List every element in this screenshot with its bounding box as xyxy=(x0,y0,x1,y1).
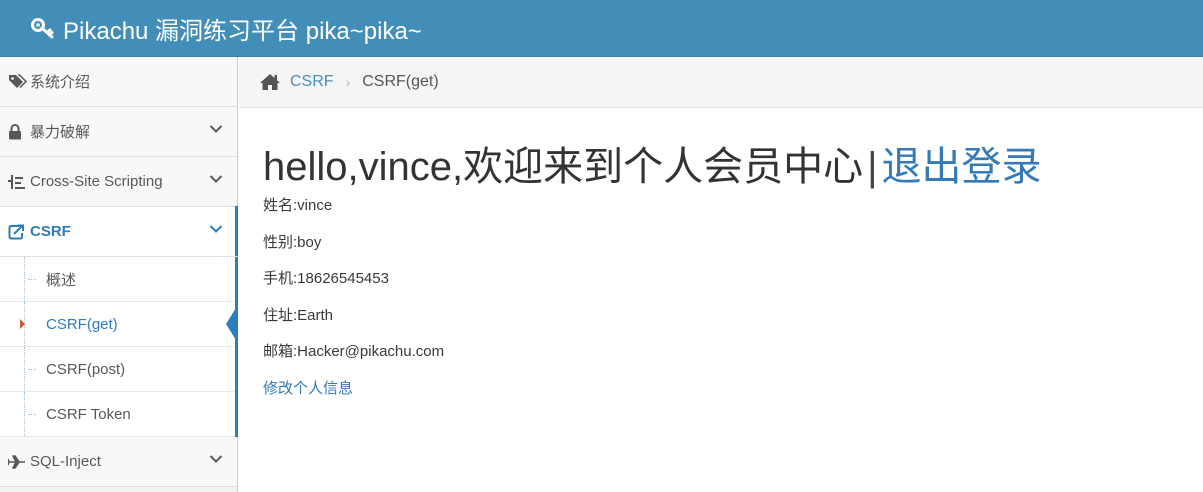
edit-profile-link[interactable]: 修改个人信息 xyxy=(263,379,1042,399)
sidebar-subitem-csrf-token[interactable]: CSRF Token xyxy=(0,392,237,437)
sidebar-item-label: CSRF xyxy=(30,223,71,240)
tree-connector xyxy=(28,414,36,415)
info-email: 邮箱:Hacker@pikachu.com xyxy=(263,343,445,360)
subitem-label: CSRF(get) xyxy=(46,315,118,333)
page-title: hello,vince,欢迎来到个人会员中心 | 退出登录 xyxy=(263,140,1042,194)
breadcrumb: CSRF › CSRF(get) xyxy=(239,57,1203,108)
chevron-down-icon xyxy=(209,225,223,233)
info-address: 住址:Earth xyxy=(263,306,334,324)
caret-right-icon xyxy=(20,319,25,329)
subitem-label: 概述 xyxy=(46,271,77,289)
lock-icon xyxy=(8,123,28,140)
sidebar-subitem-csrf-get[interactable]: CSRF(get) xyxy=(0,302,237,347)
key-icon xyxy=(31,18,54,39)
sidebar-item-intro[interactable]: 系统介绍 xyxy=(0,57,237,107)
sidebar: 系统介绍 暴力破解 Cross-Site Scripting CSRF 概述 C… xyxy=(0,57,238,492)
sidebar-item-sql-inject[interactable]: SQL-Inject xyxy=(0,437,237,487)
home-icon[interactable] xyxy=(259,73,281,91)
sidebar-item-label: 系统介绍 xyxy=(30,74,91,91)
chevron-down-icon xyxy=(209,455,223,463)
tree-connector xyxy=(28,279,36,280)
main-content: hello,vince,欢迎来到个人会员中心 | 退出登录 姓名:vince 性别:… xyxy=(263,140,1042,399)
info-gender: 性别:boy xyxy=(263,233,322,251)
active-pointer-icon xyxy=(226,308,236,340)
plane-icon xyxy=(8,454,28,469)
breadcrumb-link-csrf[interactable]: CSRF xyxy=(290,73,334,91)
sidebar-item-brute-force[interactable]: 暴力破解 xyxy=(0,107,237,157)
sidebar-subitem-overview[interactable]: 概述 xyxy=(0,257,237,302)
greeting-text: hello,vince,欢迎来到个人会员中心 xyxy=(263,145,864,189)
sidebar-item-label: Cross-Site Scripting xyxy=(30,173,163,190)
subitem-label: CSRF Token xyxy=(46,405,131,423)
tags-icon xyxy=(8,73,28,90)
info-phone: 手机:18626545453 xyxy=(263,270,389,287)
subitem-label: CSRF(post) xyxy=(46,360,126,378)
chevron-down-icon xyxy=(209,125,223,133)
breadcrumb-current: CSRF(get) xyxy=(362,73,439,90)
sidebar-item-xss[interactable]: Cross-Site Scripting xyxy=(0,157,237,207)
sidebar-subitem-csrf-post[interactable]: CSRF(post) xyxy=(0,347,237,392)
chevron-down-icon xyxy=(209,175,223,183)
title-separator: | xyxy=(867,145,878,189)
tree-connector xyxy=(28,369,36,370)
brand-title: Pikachu 漏洞练习平台 pika~pika~ xyxy=(63,17,422,45)
top-navbar: Pikachu 漏洞练习平台 pika~pika~ xyxy=(0,0,1203,57)
breadcrumb-separator: › xyxy=(345,74,351,90)
sidebar-item-csrf[interactable]: CSRF xyxy=(0,206,238,257)
brand[interactable]: Pikachu 漏洞练习平台 pika~pika~ xyxy=(31,11,422,46)
info-name: 姓名:vince xyxy=(263,197,333,214)
sidebar-item-label: 暴力破解 xyxy=(30,124,91,141)
logout-link[interactable]: 退出登录 xyxy=(882,145,1042,189)
list-icon xyxy=(8,174,28,190)
sidebar-item-label: SQL-Inject xyxy=(30,453,101,470)
member-info: 姓名:vince 性别:boy 手机:18626545453 住址:Earth … xyxy=(263,196,1042,379)
share-icon xyxy=(8,224,28,240)
csrf-submenu: 概述 CSRF(get) CSRF(post) CSRF Token xyxy=(0,257,238,437)
